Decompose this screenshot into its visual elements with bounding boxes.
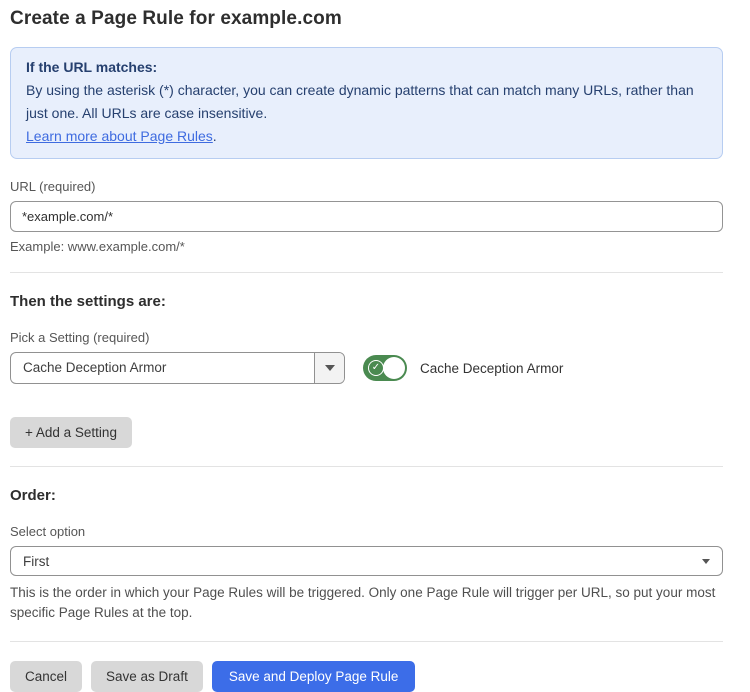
form-actions: Cancel Save as Draft Save and Deploy Pag… (10, 661, 723, 692)
order-section-heading: Order: (10, 487, 723, 504)
setting-row: Cache Deception Armor ✓ Cache Deception … (10, 352, 723, 384)
url-example-helper: Example: www.example.com/* (10, 239, 723, 254)
add-setting-button[interactable]: + Add a Setting (10, 417, 132, 448)
setting-select-value: Cache Deception Armor (11, 353, 314, 383)
divider (10, 272, 723, 273)
info-box-body: By using the asterisk (*) character, you… (26, 79, 707, 125)
divider (10, 466, 723, 467)
setting-toggle[interactable]: ✓ (363, 355, 407, 381)
caret-down-icon (702, 559, 710, 564)
setting-toggle-label: Cache Deception Armor (420, 361, 563, 376)
url-input[interactable] (10, 201, 723, 232)
toggle-knob (383, 357, 405, 379)
url-match-info-box: If the URL matches: By using the asteris… (10, 47, 723, 159)
setting-select-caret-button[interactable] (314, 353, 344, 383)
setting-picker-label: Pick a Setting (required) (10, 330, 723, 345)
divider (10, 641, 723, 642)
order-helper-text: This is the order in which your Page Rul… (10, 583, 723, 623)
info-box-link-line: Learn more about Page Rules. (26, 125, 707, 148)
page-title: Create a Page Rule for example.com (10, 8, 723, 30)
save-as-draft-button[interactable]: Save as Draft (91, 661, 203, 692)
setting-select[interactable]: Cache Deception Armor (10, 352, 345, 384)
order-select-label: Select option (10, 524, 723, 539)
url-field-label: URL (required) (10, 179, 723, 194)
order-select-value: First (23, 554, 49, 569)
learn-more-link[interactable]: Learn more about Page Rules (26, 128, 213, 144)
check-icon: ✓ (368, 360, 384, 376)
settings-section-heading: Then the settings are: (10, 293, 723, 310)
order-select[interactable]: First (10, 546, 723, 576)
link-period: . (213, 128, 217, 144)
save-and-deploy-button[interactable]: Save and Deploy Page Rule (212, 661, 416, 692)
page-rule-form: Create a Page Rule for example.com If th… (10, 8, 723, 692)
info-box-heading: If the URL matches: (26, 56, 707, 79)
caret-down-icon (325, 365, 335, 371)
cancel-button[interactable]: Cancel (10, 661, 82, 692)
